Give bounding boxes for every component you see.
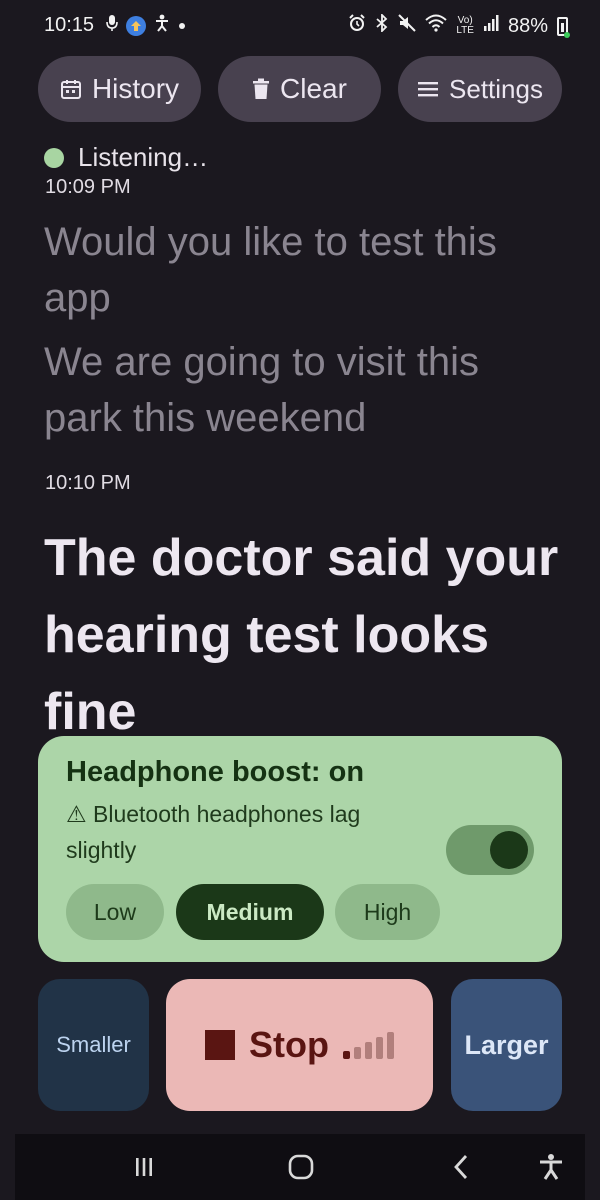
boost-level-high[interactable]: High <box>335 884 440 940</box>
settings-label: Settings <box>449 73 543 104</box>
boost-title: Headphone boost: on <box>66 756 365 788</box>
signal-icon <box>483 14 499 38</box>
text-larger-button[interactable]: Larger <box>451 979 562 1111</box>
level-bar <box>353 1047 361 1059</box>
charging-dot-icon <box>564 32 570 38</box>
boost-toggle[interactable] <box>446 825 534 875</box>
wifi-icon <box>425 14 448 38</box>
top-toolbar: History Clear Settings <box>38 56 562 122</box>
boost-level-low[interactable]: Low <box>66 884 164 940</box>
headphone-boost-card: Headphone boost: on ⚠ Bluetooth headphon… <box>38 736 562 962</box>
dot-icon <box>178 16 186 36</box>
transcript-timestamp: 10:09 PM <box>45 176 131 198</box>
listening-status: Listening… <box>44 142 208 173</box>
mic-icon <box>106 14 118 38</box>
stop-button[interactable]: Stop <box>166 979 433 1111</box>
settings-button[interactable]: Settings <box>398 56 562 122</box>
calendar-icon <box>60 78 82 100</box>
transcript-timestamp: 10:10 PM <box>45 472 131 494</box>
audio-level-meter <box>342 1031 394 1059</box>
bluetooth-icon <box>375 12 389 38</box>
listening-label: Listening… <box>78 142 209 172</box>
stop-icon <box>205 1030 235 1060</box>
battery-percent: 88% <box>507 14 548 37</box>
level-bar <box>386 1032 394 1059</box>
transcript-line: Would you like to test this app <box>44 220 497 320</box>
level-bar <box>364 1042 372 1059</box>
volte-icon: Vo) LTE <box>456 15 474 36</box>
alarm-icon <box>348 14 366 38</box>
trash-icon <box>252 78 270 100</box>
boost-warning: ⚠ Bluetooth headphones lag slightly <box>66 801 361 863</box>
accessibility-person-icon <box>154 14 170 38</box>
status-time: 10:15 <box>44 14 95 36</box>
current-transcript-line: The doctor said your hearing test looks … <box>44 529 559 741</box>
toggle-knob <box>490 831 528 869</box>
accessibility-icon[interactable] <box>527 1134 575 1200</box>
level-bar <box>375 1037 383 1059</box>
status-bar: 10:15 Vo) LTE 88% <box>0 0 600 52</box>
recent-apps-icon[interactable] <box>120 1134 168 1200</box>
listening-indicator-icon <box>44 147 64 168</box>
menu-icon <box>417 80 439 98</box>
boost-level-medium[interactable]: Medium <box>176 884 324 940</box>
transcript-line: We are going to visit this park this wee… <box>44 340 480 440</box>
level-bar <box>342 1051 350 1059</box>
text-smaller-button[interactable]: Smaller <box>38 979 149 1111</box>
clear-button[interactable]: Clear <box>218 56 381 122</box>
system-nav-bar <box>15 1134 585 1200</box>
back-icon[interactable] <box>437 1134 485 1200</box>
home-icon[interactable] <box>277 1134 325 1200</box>
history-button[interactable]: History <box>38 56 201 122</box>
clear-label: Clear <box>280 73 347 104</box>
mute-icon <box>398 14 417 38</box>
upload-badge-icon <box>126 16 146 36</box>
stop-label: Stop <box>249 1024 329 1065</box>
history-label: History <box>91 73 180 104</box>
